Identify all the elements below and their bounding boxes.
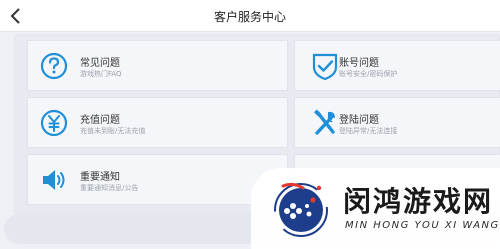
- page-title: 客户服务中心: [213, 10, 286, 24]
- recharge-card[interactable]: 充值问题 充值未到账/无法充值: [27, 97, 288, 148]
- notice-card[interactable]: 重要通知 重要通知消息/公告: [27, 154, 288, 205]
- top-bar: 客户服务中心: [0, 0, 500, 32]
- card-description: 游戏热门FAQ: [80, 70, 122, 78]
- watermark-text: 闵鸿游戏网: [343, 185, 494, 218]
- question-circle-icon: [40, 52, 68, 80]
- speaker-icon: [43, 170, 65, 190]
- card-title: 常见问题: [80, 58, 120, 69]
- card-description: 登陆异常/无法连接: [339, 127, 398, 135]
- card-description: 重要通知消息/公告: [80, 184, 139, 192]
- card-description: 充值未到账/无法充值: [80, 127, 146, 135]
- shield-check-icon: [312, 53, 338, 81]
- card-title: 账号问题: [339, 58, 379, 69]
- login-card[interactable]: 登陆问题 登陆异常/无法连接: [294, 97, 500, 148]
- gamepad-logo-icon: [274, 182, 328, 237]
- card-title: 重要通知: [80, 172, 120, 183]
- tools-icon: [313, 109, 335, 135]
- account-card[interactable]: 账号问题 账号安全/密码保护: [294, 40, 500, 91]
- card-description: 账号安全/密码保护: [339, 70, 398, 78]
- yuan-circle-icon: [40, 109, 68, 137]
- watermark: 闵鸿游戏网 MIN HONG YOU XI WANG: [251, 168, 500, 249]
- card-title: 登陆问题: [339, 115, 379, 126]
- card-title: 充值问题: [80, 115, 120, 126]
- watermark-subtext: MIN HONG YOU XI WANG: [345, 220, 500, 231]
- faq-card[interactable]: 常见问题 游戏热门FAQ: [27, 40, 288, 91]
